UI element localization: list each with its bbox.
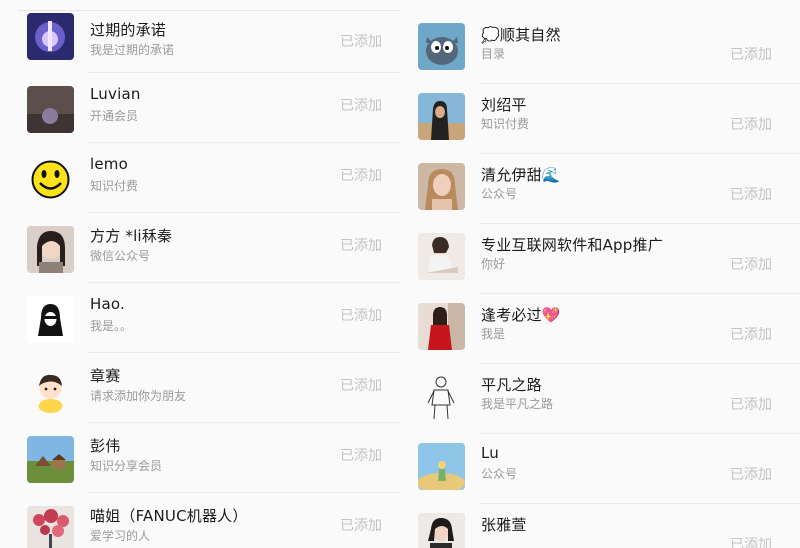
avatar	[27, 13, 74, 60]
contact-row[interactable]: 💭顺其自然 目录 已添加	[400, 14, 800, 84]
avatar	[27, 86, 74, 133]
contact-name: 专业互联网软件和App推广	[481, 236, 663, 254]
contact-row[interactable]: 平凡之路 我是平凡之路 已添加	[400, 364, 800, 434]
added-status: 已添加	[340, 518, 382, 534]
contact-subtitle: 我是平凡之路	[481, 397, 554, 411]
contact-row[interactable]: 章赛 请求添加你为朋友 已添加	[0, 353, 400, 423]
contact-name: 张雅萱	[481, 516, 527, 534]
added-status: 已添加	[340, 238, 382, 254]
added-status: 已添加	[730, 47, 772, 63]
avatar	[418, 513, 465, 548]
avatar	[418, 303, 465, 350]
contact-row[interactable]: Hao. 我是。。 已添加	[0, 283, 400, 353]
contact-subtitle: 我是	[481, 327, 506, 341]
contact-name: Lu	[481, 444, 500, 462]
smiley-icon	[27, 156, 74, 203]
contact-subtitle: 我是。。	[90, 319, 133, 333]
avatar	[418, 373, 465, 420]
contact-name: 章赛	[90, 367, 121, 385]
contact-row[interactable]: 专业互联网软件和App推广 你好 已添加	[400, 224, 800, 294]
added-status: 已添加	[340, 34, 382, 50]
contact-subtitle: 请求添加你为朋友	[90, 389, 187, 403]
contact-row[interactable]: lemo 知识付费 已添加	[0, 143, 400, 213]
contact-subtitle: 知识分享会员	[90, 459, 163, 473]
contact-subtitle: 爱学习的人	[90, 529, 151, 543]
avatar	[27, 296, 74, 343]
contact-name: 刘绍平	[481, 96, 527, 114]
added-status: 已添加	[340, 308, 382, 324]
contact-row[interactable]: 彭伟 知识分享会员 已添加	[0, 423, 400, 493]
added-status: 已添加	[340, 378, 382, 394]
contact-list-left: 过期的承诺 我是过期的承诺 已添加 Luvian 开通会员 已添加 lemo 知…	[0, 0, 400, 548]
contact-subtitle: 开通会员	[90, 109, 139, 123]
contact-subtitle: 我是过期的承诺	[90, 43, 175, 57]
contact-row[interactable]: 刘绍平 知识付费 已添加	[400, 84, 800, 154]
contact-row[interactable]: 过期的承诺 我是过期的承诺 已添加	[0, 3, 400, 73]
contact-subtitle: 公众号	[481, 467, 518, 481]
contact-row[interactable]: 逢考必过💖 我是 已添加	[400, 294, 800, 364]
contact-row[interactable]: 喵姐（FANUC机器人） 爱学习的人 已添加	[0, 493, 400, 548]
added-status: 已添加	[340, 168, 382, 184]
added-status: 已添加	[730, 257, 772, 273]
contact-name: 平凡之路	[481, 376, 542, 394]
contact-subtitle: 微信公众号	[90, 249, 151, 263]
contact-name: 逢考必过💖	[481, 306, 561, 324]
contact-subtitle: 你好	[481, 257, 506, 271]
contact-name: 喵姐（FANUC机器人）	[90, 507, 248, 525]
avatar	[27, 226, 74, 273]
contact-row[interactable]: Luvian 开通会员 已添加	[0, 73, 400, 143]
contact-subtitle: 公众号	[481, 187, 518, 201]
added-status: 已添加	[730, 117, 772, 133]
added-status: 已添加	[730, 327, 772, 343]
contact-row[interactable]: 方方 *li秝秦 微信公众号 已添加	[0, 213, 400, 283]
contact-name: lemo	[90, 155, 128, 173]
contact-name: 方方 *li秝秦	[90, 227, 173, 245]
avatar	[27, 506, 74, 548]
avatar	[418, 233, 465, 280]
contact-row[interactable]: 张雅萱 已添加	[400, 504, 800, 548]
avatar	[418, 443, 465, 490]
avatar	[418, 93, 465, 140]
contact-name: Hao.	[90, 295, 125, 313]
added-status: 已添加	[730, 467, 772, 483]
contact-row[interactable]: Lu 公众号 已添加	[400, 434, 800, 504]
contact-name: 过期的承诺	[90, 21, 167, 39]
avatar	[27, 366, 74, 413]
avatar	[418, 163, 465, 210]
added-status: 已添加	[730, 397, 772, 413]
contact-name: 💭顺其自然	[481, 26, 561, 44]
added-status: 已添加	[340, 98, 382, 114]
avatar	[27, 436, 74, 483]
contact-row[interactable]: 清允伊甜🌊 公众号 已添加	[400, 154, 800, 224]
added-status: 已添加	[730, 537, 772, 548]
avatar	[418, 23, 465, 70]
contact-subtitle: 目录	[481, 47, 506, 61]
contact-subtitle: 知识付费	[481, 117, 530, 131]
contact-list-right: 💭顺其自然 目录 已添加 刘绍平 知识付费 已添加 清允伊甜🌊 公众号 已添加 …	[400, 0, 800, 548]
contact-name: 清允伊甜🌊	[481, 166, 561, 184]
added-status: 已添加	[340, 448, 382, 464]
added-status: 已添加	[730, 187, 772, 203]
contact-name: Luvian	[90, 85, 141, 103]
contact-name: 彭伟	[90, 437, 121, 455]
contact-subtitle: 知识付费	[90, 179, 139, 193]
